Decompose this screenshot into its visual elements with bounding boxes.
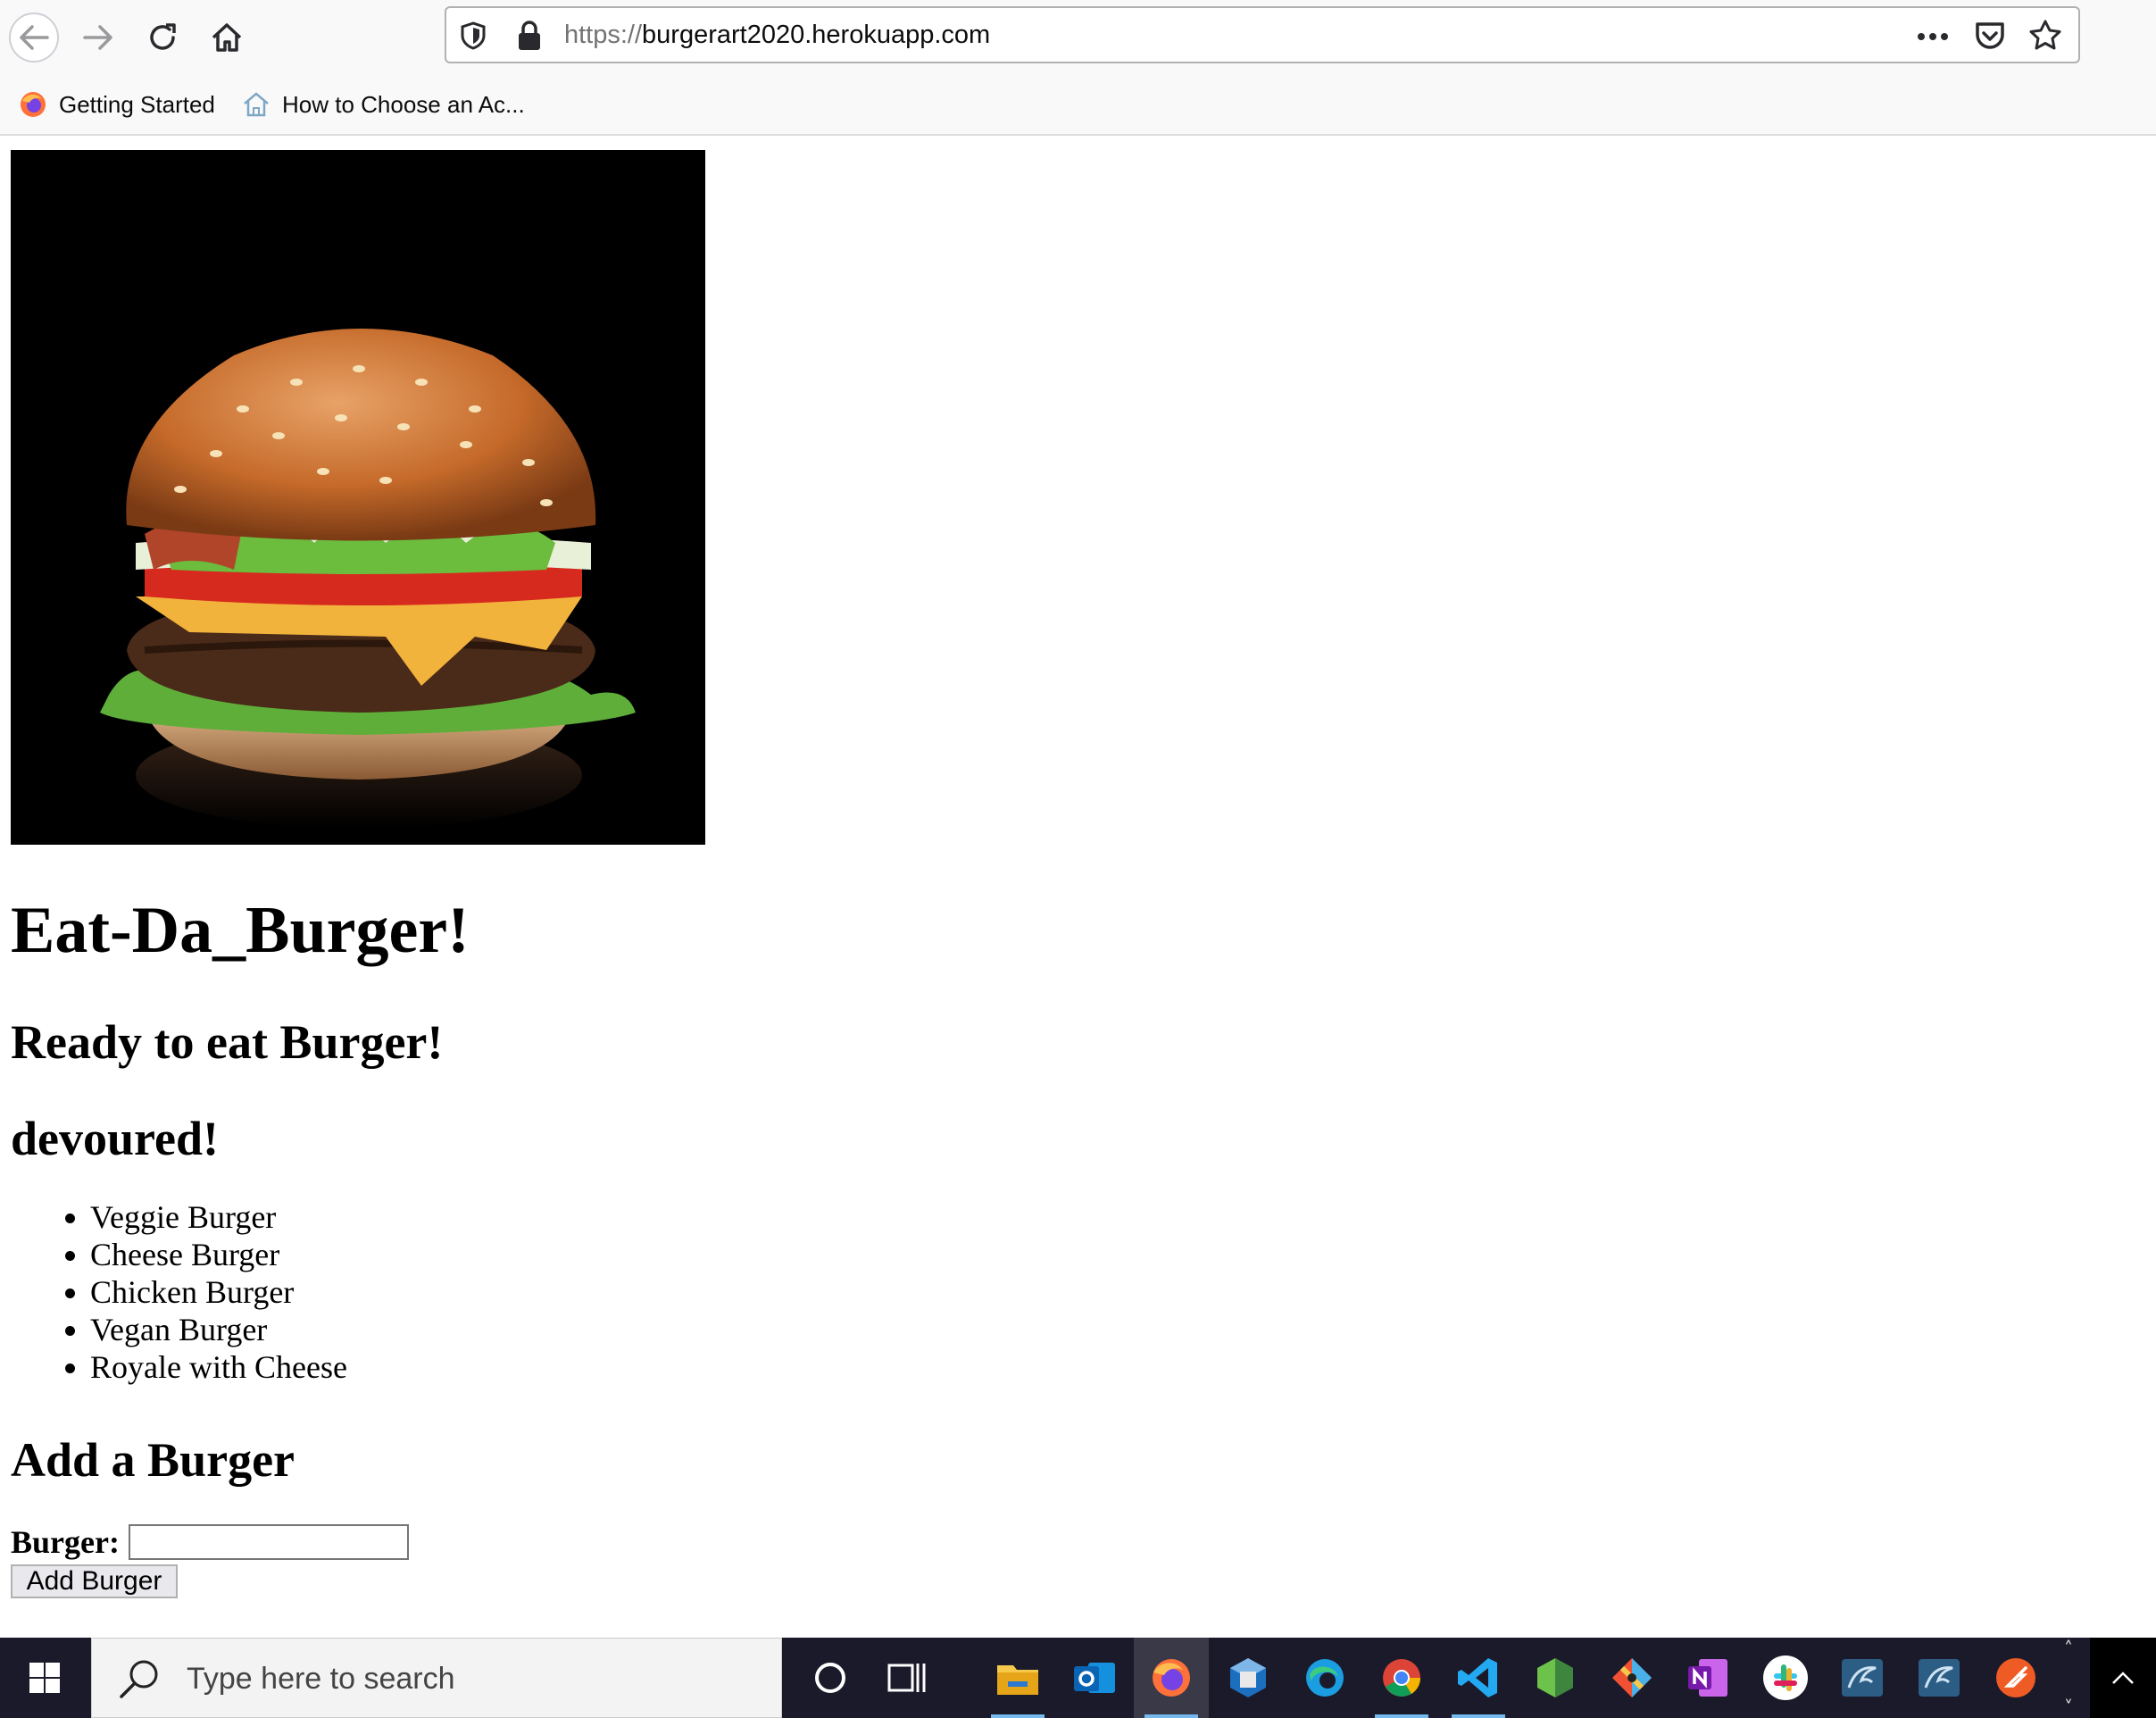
list-item: Veggie Burger (90, 1198, 347, 1236)
cortana-icon[interactable] (793, 1638, 868, 1718)
home-button[interactable] (202, 13, 252, 63)
mysql-workbench-icon[interactable] (1825, 1638, 1900, 1718)
bookmark-star-icon[interactable] (2028, 19, 2062, 53)
chrome-icon[interactable] (1364, 1638, 1439, 1718)
add-burger-form: Burger: (11, 1523, 409, 1561)
nodejs-icon[interactable] (1518, 1638, 1593, 1718)
git-icon[interactable] (1594, 1638, 1669, 1718)
bookmarks-toolbar: Getting Started How to Choose an Ac... (0, 86, 2156, 130)
devoured-list: Veggie Burger Cheese Burger Chicken Burg… (11, 1198, 347, 1386)
url-text[interactable]: https://burgerart2020.herokuapp.com (564, 21, 990, 50)
bookmark-label: Getting Started (59, 90, 215, 118)
url-host: burgerart2020.herokuapp.com (642, 21, 991, 49)
bookmark-how-to-choose[interactable]: How to Choose an Ac... (241, 89, 525, 120)
task-view-icon[interactable] (870, 1638, 945, 1718)
chevron-up-icon (2112, 1672, 2134, 1684)
virtualbox-icon[interactable] (1211, 1638, 1286, 1718)
windows-logo-icon (29, 1663, 60, 1693)
back-arrow-icon (20, 25, 49, 50)
list-item: Cheese Burger (90, 1236, 347, 1273)
slack-icon[interactable] (1748, 1638, 1823, 1718)
bookmark-label: How to Choose an Ac... (282, 90, 525, 118)
mysql-workbench-icon[interactable] (1902, 1638, 1977, 1718)
file-explorer-icon[interactable] (980, 1638, 1055, 1718)
list-item: Royale with Cheese (90, 1348, 347, 1386)
burger-input[interactable] (128, 1524, 409, 1560)
edge-icon[interactable] (1287, 1638, 1362, 1718)
tracking-shield-icon[interactable] (459, 21, 487, 51)
address-bar[interactable]: https://burgerart2020.herokuapp.com (445, 6, 2080, 63)
back-button[interactable] (9, 13, 59, 63)
ready-heading: Ready to eat Burger! (11, 1015, 444, 1069)
add-burger-heading: Add a Burger (11, 1433, 296, 1487)
devoured-heading: devoured! (11, 1112, 220, 1165)
burger-photo (11, 150, 705, 845)
home-icon (212, 23, 242, 52)
reload-icon (150, 23, 176, 50)
page-content (11, 150, 2144, 845)
outlook-icon[interactable] (1057, 1638, 1132, 1718)
list-item: Vegan Burger (90, 1311, 347, 1348)
bookmark-getting-started[interactable]: Getting Started (18, 89, 215, 120)
burger-illustration (100, 329, 636, 829)
browser-toolbar: https://burgerart2020.herokuapp.com Gett… (0, 0, 2156, 136)
burger-label: Burger: (11, 1524, 120, 1560)
show-hidden-icons-button[interactable] (2090, 1638, 2156, 1718)
url-scheme: https:// (564, 21, 643, 49)
onenote-icon[interactable] (1671, 1638, 1746, 1718)
list-item: Chicken Burger (90, 1273, 347, 1311)
forward-button[interactable] (73, 13, 123, 63)
forward-arrow-icon (83, 25, 112, 50)
reload-button[interactable] (137, 13, 187, 63)
vscode-icon[interactable] (1441, 1638, 1516, 1718)
chevron-down-icon[interactable]: ˅ (2064, 1697, 2073, 1718)
house-icon (241, 89, 271, 120)
chevron-up-icon[interactable]: ˄ (2064, 1638, 2073, 1659)
taskbar-search-box[interactable]: Type here to search (91, 1638, 782, 1718)
taskbar-scroll[interactable]: ˄ ˅ (2051, 1638, 2086, 1718)
page-title: Eat-Da_Burger! (11, 894, 470, 967)
more-actions-icon[interactable] (1916, 21, 1950, 52)
firefox-icon[interactable] (1134, 1638, 1209, 1718)
pocket-icon[interactable] (1973, 19, 2007, 53)
start-button[interactable] (0, 1638, 89, 1718)
windows-taskbar: Type here to search ˄ ˅ (0, 1638, 2156, 1718)
search-icon (120, 1660, 158, 1698)
lock-icon[interactable] (516, 20, 543, 52)
postman-icon[interactable] (1978, 1638, 2053, 1718)
add-burger-button[interactable]: Add Burger (11, 1564, 178, 1598)
firefox-icon (18, 89, 48, 120)
search-placeholder: Type here to search (187, 1662, 455, 1696)
